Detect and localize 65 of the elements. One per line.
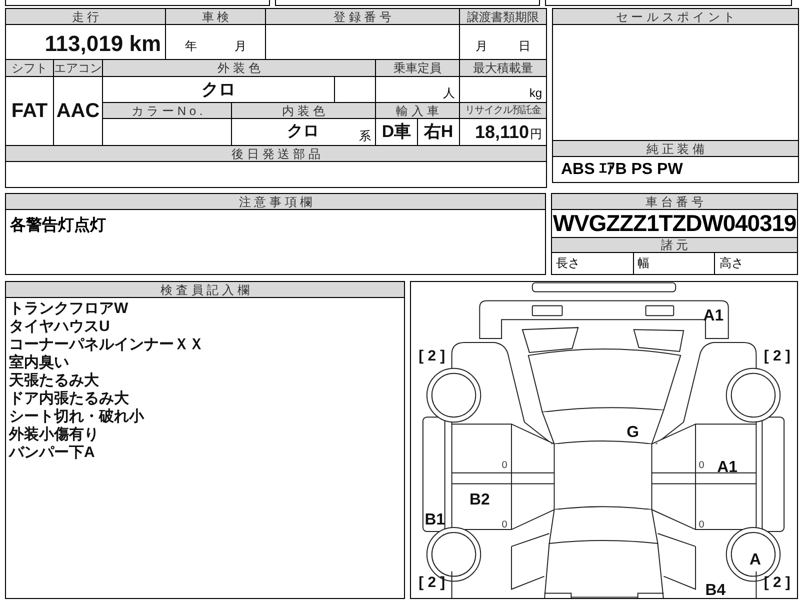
inspector-note: バンパー下A <box>9 444 96 462</box>
header-label: 純 正 装 備 <box>553 141 798 157</box>
header-label: 内 装 色 <box>232 103 375 118</box>
mileage-value: 113,019 km <box>6 25 165 59</box>
import-value: D車 <box>376 119 417 145</box>
spec-label: 長さ <box>556 255 580 272</box>
recycle-fee-value: 18,110 <box>474 120 529 144</box>
unit-label: 円 <box>530 126 542 143</box>
import-value: 右H <box>418 119 459 145</box>
year-label: 年 <box>184 38 197 55</box>
tire-depth-label: [ 2 ] <box>418 574 446 592</box>
unit-label: 人 <box>443 85 455 102</box>
tire-depth-label: [ 2 ] <box>764 574 790 592</box>
door-mark: 0 <box>502 460 508 471</box>
header-label: 輸 入 車 <box>376 103 459 118</box>
header-label: 走 行 <box>6 9 165 24</box>
shift-value: FAT <box>6 77 53 145</box>
header-label: 検 査 員 記 入 欄 <box>6 282 404 298</box>
damage-code: A1 <box>717 458 738 476</box>
header-label: シフト <box>6 60 53 76</box>
day-label: 日 <box>518 38 530 55</box>
door-mark: 0 <box>502 520 508 531</box>
header-label: 諸 元 <box>552 238 797 253</box>
header-label: セ ー ル ス ポ イ ン ト <box>553 9 798 25</box>
damage-code: B2 <box>469 492 490 509</box>
header-label: 譲渡書類期限 <box>460 9 546 24</box>
header-label: 車 検 <box>166 9 265 24</box>
damage-code: B1 <box>424 512 446 529</box>
inspector-note: トランクフロアW <box>9 300 130 318</box>
notes-text: 各警告灯点灯 <box>8 215 107 236</box>
exterior-color-value: クロ <box>103 77 334 102</box>
suffix-label: 系 <box>359 128 371 145</box>
inspector-note: ドア内張たるみ大 <box>9 390 130 408</box>
tire-depth-label: [ 2 ] <box>764 347 790 364</box>
header-label: カ ラ ー N o . <box>103 103 231 118</box>
damage-code: G <box>626 424 640 442</box>
header-label: エアコン <box>54 60 102 76</box>
header-label: 最大積載量 <box>460 60 546 76</box>
header-label: 車 台 番 号 <box>552 194 797 210</box>
door-mark: 0 <box>698 460 704 471</box>
unit-label: kg <box>529 85 542 102</box>
spec-label: 幅 <box>638 255 650 272</box>
spec-label: 高さ <box>719 255 744 272</box>
header-label: 後 日 発 送 部 品 <box>6 146 546 161</box>
header-label: 乗車定員 <box>376 60 459 76</box>
inspector-note: コーナーパネルインナーＸＸ <box>9 336 205 354</box>
inspector-note: 外装小傷有り <box>9 426 100 444</box>
inspector-note: 室内臭い <box>9 354 70 372</box>
inspector-note: タイヤハウスU <box>9 318 111 336</box>
month-label: 月 <box>234 38 246 55</box>
inspector-note: シート切れ・破れ小 <box>9 408 146 426</box>
aircon-value: AAC <box>54 77 102 145</box>
door-mark: 0 <box>698 520 704 531</box>
tire-depth-label: [ 2 ] <box>418 347 446 364</box>
header-label: リサイクル預託金 <box>460 103 546 118</box>
damage-code: B4 <box>705 582 726 598</box>
interior-color-value: クロ <box>287 122 319 142</box>
month-label: 月 <box>476 38 488 55</box>
header-label: 外 装 色 <box>103 60 375 76</box>
damage-code: A <box>749 551 761 568</box>
header-label: 登 録 番 号 <box>266 9 459 24</box>
header-label: 注 意 事 項 欄 <box>6 194 545 210</box>
damage-code: A1 <box>703 308 724 325</box>
equipment-value: ABS ｴｱB PS PW <box>560 160 684 180</box>
inspector-note: 天張たるみ大 <box>9 372 100 390</box>
